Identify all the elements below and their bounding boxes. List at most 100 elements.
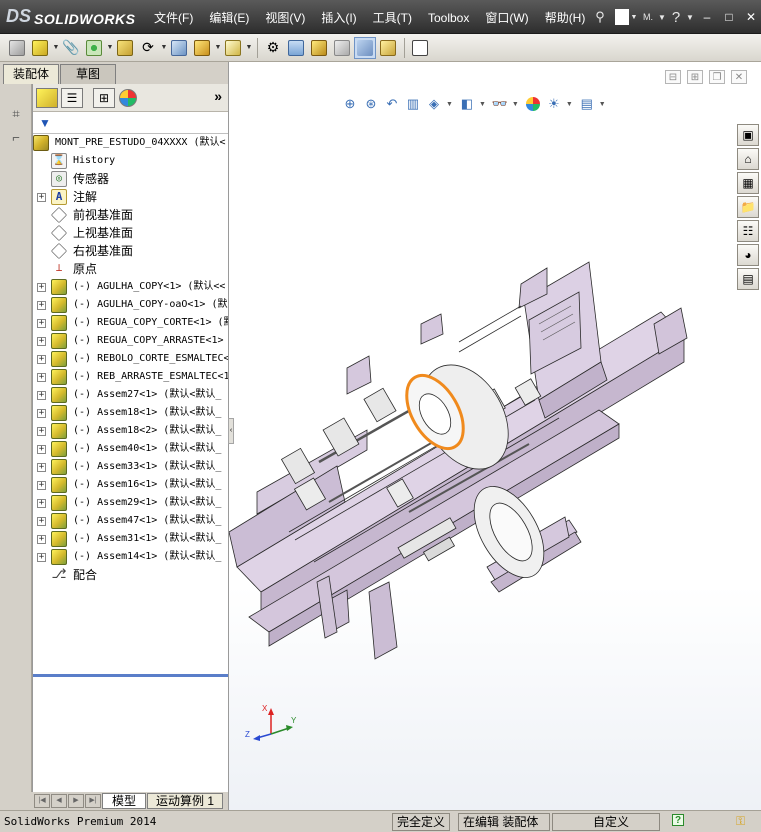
pin-icon[interactable]: ⚲ xyxy=(591,9,609,25)
menu-item[interactable]: 插入(I) xyxy=(313,0,364,34)
prev-tab-icon[interactable]: ◀ xyxy=(51,794,67,808)
expand-icon[interactable]: + xyxy=(37,427,46,436)
panel-collapse-handle[interactable]: ‹ xyxy=(228,418,234,444)
tree-item[interactable]: 前视基准面 xyxy=(33,206,228,224)
menu-item[interactable]: 帮助(H) xyxy=(537,0,594,34)
design-library-icon[interactable]: ▦ xyxy=(737,172,759,194)
expand-icon[interactable]: + xyxy=(37,355,46,364)
explode-line-sketch-icon[interactable] xyxy=(331,37,353,59)
more-tabs-icon[interactable]: » xyxy=(214,88,222,104)
component-icon[interactable] xyxy=(6,37,28,59)
new-document-icon[interactable] xyxy=(615,9,629,25)
home-icon[interactable]: ⌂ xyxy=(737,148,759,170)
menu-item[interactable]: Toolbox xyxy=(420,0,477,34)
tab-motion-study[interactable]: 运动算例 1 xyxy=(147,793,223,809)
show-hidden-icon[interactable] xyxy=(168,37,190,59)
assembly-features-icon[interactable] xyxy=(191,37,213,59)
help-dropdown-icon[interactable]: ▼ xyxy=(685,13,695,22)
expand-icon[interactable]: + xyxy=(37,409,46,418)
next-tab-icon[interactable]: ▶ xyxy=(68,794,84,808)
interference-detection-icon[interactable] xyxy=(354,36,376,59)
menu-item[interactable]: 编辑(E) xyxy=(201,0,257,34)
new-motion-study-icon[interactable]: ⚙ xyxy=(262,37,284,59)
insert-component-icon[interactable] xyxy=(29,37,51,59)
instant3d-icon[interactable] xyxy=(377,37,399,59)
tree-item[interactable]: 上视基准面 xyxy=(33,224,228,242)
solidworks-resources-icon[interactable]: ▣ xyxy=(737,124,759,146)
features-dropdown-icon[interactable]: ▼ xyxy=(214,44,222,51)
linear-pattern-icon[interactable] xyxy=(83,37,105,59)
tree-item[interactable]: + (-) Assem18<1> (默认<默认_ xyxy=(33,404,228,422)
minimize-icon[interactable]: – xyxy=(697,8,717,26)
last-tab-icon[interactable]: ▶| xyxy=(85,794,101,808)
tree-item[interactable]: + (-) Assem31<1> (默认<默认_ xyxy=(33,530,228,548)
expand-icon[interactable]: + xyxy=(37,391,46,400)
expand-icon[interactable]: + xyxy=(37,373,46,382)
smart-dimension-icon[interactable]: ⌐ xyxy=(7,130,25,146)
help-icon[interactable]: ? xyxy=(667,9,685,26)
exploded-view-icon[interactable] xyxy=(308,37,330,59)
tree-item[interactable]: + (-) Assem14<1> (默认<默认_ xyxy=(33,548,228,566)
expand-icon[interactable]: + xyxy=(37,553,46,562)
tree-item[interactable]: + (-) REB_ARRASTE_ESMALTEC<1 xyxy=(33,368,228,386)
custom-properties-icon[interactable]: ▤ xyxy=(737,268,759,290)
move-component-icon[interactable]: ⟳ xyxy=(137,37,159,59)
tree-item[interactable]: ⌛ History xyxy=(33,152,228,170)
large-design-review-icon[interactable] xyxy=(409,37,431,59)
move-dropdown-icon[interactable]: ▼ xyxy=(160,44,168,51)
search-hint[interactable]: M. xyxy=(639,12,657,22)
property-manager-tab-icon[interactable]: ☰ xyxy=(61,88,83,108)
tree-item[interactable]: + (-) REBOLO_CORTE_ESMALTEC< xyxy=(33,350,228,368)
tree-item[interactable]: ⎇ 配合 xyxy=(33,566,228,584)
units-field[interactable]: 自定义 xyxy=(552,813,660,831)
maximize-icon[interactable]: □ xyxy=(719,8,739,26)
appearances-icon[interactable]: ◕ xyxy=(737,244,759,266)
tree-filter[interactable]: ▼ xyxy=(33,114,228,134)
expand-icon[interactable]: + xyxy=(37,499,46,508)
feature-tree-tab-icon[interactable] xyxy=(36,88,58,108)
tab-assembly[interactable]: 装配体 xyxy=(3,64,59,84)
close-icon[interactable]: ✕ xyxy=(741,8,761,26)
graphics-area[interactable]: ⊟ ⊞ ❐ ✕ ⊕ ⊛ ↶ ▥ ◈ ▼ ◧ ▼ 👓 ▼ ☀ ▼ ▤ ▼ ▣ ⌂ … xyxy=(228,62,761,810)
bill-of-materials-icon[interactable] xyxy=(285,37,307,59)
tree-item[interactable]: + (-) AGULHA_COPY<1> (默认<< xyxy=(33,278,228,296)
tree-item[interactable]: 右视基准面 xyxy=(33,242,228,260)
smart-fasteners-icon[interactable] xyxy=(114,37,136,59)
menu-item[interactable]: 窗口(W) xyxy=(477,0,536,34)
reference-dropdown-icon[interactable]: ▼ xyxy=(245,44,253,51)
tree-item[interactable]: + A 注解 xyxy=(33,188,228,206)
tab-sketch[interactable]: 草图 xyxy=(60,64,116,84)
first-tab-icon[interactable]: |◀ xyxy=(34,794,50,808)
new-dropdown-icon[interactable]: ▼ xyxy=(629,14,639,21)
mate-icon[interactable]: 📎 xyxy=(60,37,82,59)
expand-icon[interactable]: + xyxy=(37,301,46,310)
filter-icon[interactable]: ▼ xyxy=(39,116,51,130)
tree-item[interactable]: + (-) REGUA_COPY_ARRASTE<1> xyxy=(33,332,228,350)
tree-item[interactable]: + (-) Assem33<1> (默认<默认_ xyxy=(33,458,228,476)
tree-item[interactable]: + (-) Assem18<2> (默认<默认_ xyxy=(33,422,228,440)
tree-item[interactable]: MONT_PRE_ESTUDO_04XXXX (默认< xyxy=(33,134,228,152)
insert-dropdown-icon[interactable]: ▼ xyxy=(52,44,60,51)
expand-icon[interactable]: + xyxy=(37,517,46,526)
tree-item[interactable]: + (-) Assem40<1> (默认<默认_ xyxy=(33,440,228,458)
expand-icon[interactable]: + xyxy=(37,283,46,292)
view-palette-icon[interactable]: ☷ xyxy=(737,220,759,242)
tree-item[interactable]: + (-) AGULHA_COPY-oaO<1> (默认 xyxy=(33,296,228,314)
tree-item[interactable]: + (-) Assem29<1> (默认<默认_ xyxy=(33,494,228,512)
file-explorer-icon[interactable]: 📁 xyxy=(737,196,759,218)
expand-icon[interactable]: + xyxy=(37,535,46,544)
menu-item[interactable]: 工具(T) xyxy=(365,0,420,34)
expand-icon[interactable]: + xyxy=(37,463,46,472)
expand-icon[interactable]: + xyxy=(37,319,46,328)
configuration-manager-tab-icon[interactable]: ⊞ xyxy=(93,88,115,108)
expand-icon[interactable]: + xyxy=(37,481,46,490)
display-manager-tab-icon[interactable] xyxy=(119,89,137,107)
expand-icon[interactable]: + xyxy=(37,445,46,454)
tab-model[interactable]: 模型 xyxy=(102,793,146,809)
tree-item[interactable]: ⊥ 原点 xyxy=(33,260,228,278)
lock-icon[interactable]: ⚿ xyxy=(736,813,745,831)
menu-item[interactable]: 文件(F) xyxy=(146,0,201,34)
pattern-dropdown-icon[interactable]: ▼ xyxy=(106,44,114,51)
expand-icon[interactable]: + xyxy=(37,337,46,346)
search-dropdown-icon[interactable]: ▼ xyxy=(657,13,667,22)
